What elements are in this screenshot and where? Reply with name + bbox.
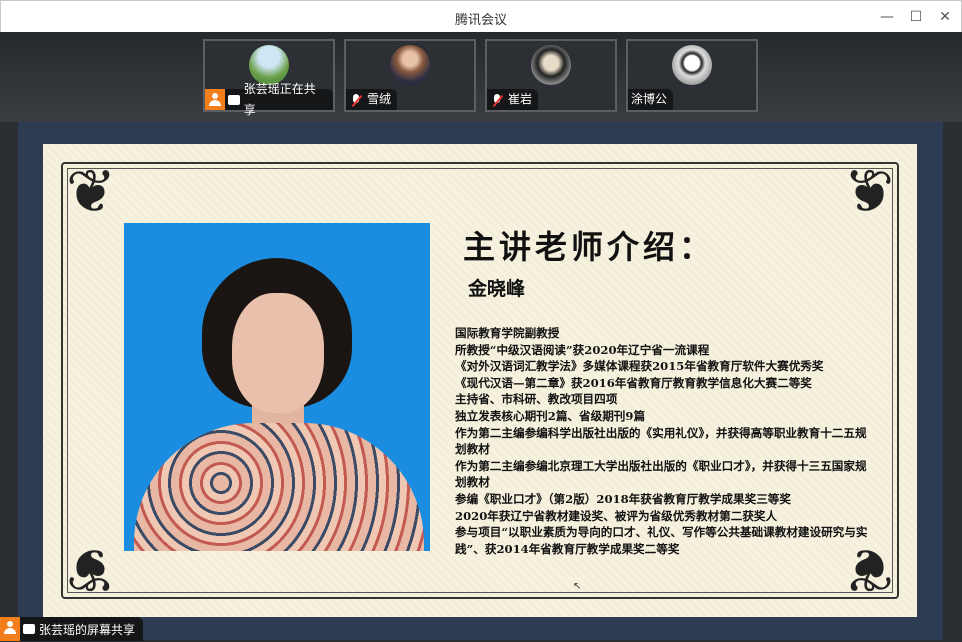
bio-line: 作为第二主编参编科学出版社出版的《实用礼仪》，并获得高等职业教育十二五规划教材	[455, 425, 867, 457]
screen-share-label: 张芸瑶的屏幕共享	[0, 617, 144, 641]
bio-line: 《现代汉语—第二章》获2016年省教育厅教育教学信息化大赛二等奖	[455, 375, 812, 390]
window-title: 腾讯会议	[454, 13, 507, 28]
participant-name: 张芸瑶正在共享	[243, 81, 316, 117]
screen-share-icon	[227, 94, 240, 105]
teacher-name: 金晓峰	[468, 278, 526, 300]
bio-line: 《对外汉语词汇教学法》多媒体课程获2015年省教育厅软件大赛优秀奖	[455, 359, 824, 374]
bio-line: 参与项目“以职业素质为导向的口才、礼仪、写作等公共基础课教材建设研究与实践”、获…	[455, 525, 868, 556]
teacher-bio: 国际教育学院副教授 所教授“中级汉语阅读”获2020年辽宁省一流课程 《对外汉语…	[455, 325, 875, 557]
mic-muted-icon	[490, 93, 504, 107]
participant-name: 崔岩	[508, 92, 533, 106]
corner-ornament-icon: ❦	[843, 157, 895, 227]
slide: ❦ ❦ ❦ ❦ 主讲老师介绍： 金晓峰 国际教育学院副教授 所教授“中级汉语阅读…	[43, 144, 917, 617]
avatar	[390, 45, 430, 85]
mic-muted-icon	[349, 93, 363, 107]
bio-line: 作为第二主编参编北京理工大学出版社出版的《职业口才》，并获得十三五国家规划教材	[455, 458, 867, 490]
minimize-button[interactable]: —	[877, 7, 897, 27]
bio-line: 2020年获辽宁省教材建设奖、被评为省级优秀教材第二获奖人	[455, 508, 778, 523]
close-button[interactable]: ✕	[935, 7, 955, 27]
title-bar: 腾讯会议 — ☐ ✕	[0, 0, 962, 32]
screen-share-owner: 张芸瑶的屏幕共享	[39, 622, 136, 637]
avatar	[531, 45, 571, 85]
teacher-photo	[124, 223, 430, 551]
participant-strip: 张芸瑶正在共享 雪绒 崔岩 涂博公	[0, 32, 962, 122]
bio-line: 参编《职业口才》（第2版）2018年获省教育厅教学成果奖三等奖	[455, 491, 791, 506]
participant-tile[interactable]: 雪绒	[344, 39, 476, 112]
participant-tile[interactable]: 涂博公	[626, 39, 758, 112]
bio-line: 所教授“中级汉语阅读”获2020年辽宁省一流课程	[455, 342, 710, 357]
bio-line: 主持省、市科研、教改项目四项	[455, 392, 618, 407]
slide-heading: 主讲老师介绍：	[463, 228, 716, 266]
mouse-cursor-icon: ↖	[573, 581, 582, 592]
participant-name: 雪绒	[367, 92, 392, 106]
participant-name: 涂博公	[631, 92, 668, 106]
person-icon	[0, 617, 20, 641]
bio-line: 国际教育学院副教授	[455, 326, 560, 340]
maximize-button[interactable]: ☐	[906, 7, 926, 27]
bio-line: 独立发表核心期刊2篇、省级期刊9篇	[455, 408, 646, 423]
corner-ornament-icon: ❦	[65, 534, 117, 604]
corner-ornament-icon: ❦	[65, 157, 117, 227]
screen-share-icon	[23, 624, 35, 634]
avatar	[672, 45, 712, 85]
person-icon	[205, 89, 225, 110]
participant-tile[interactable]: 张芸瑶正在共享	[203, 39, 335, 117]
participant-tile[interactable]: 崔岩	[485, 39, 617, 112]
